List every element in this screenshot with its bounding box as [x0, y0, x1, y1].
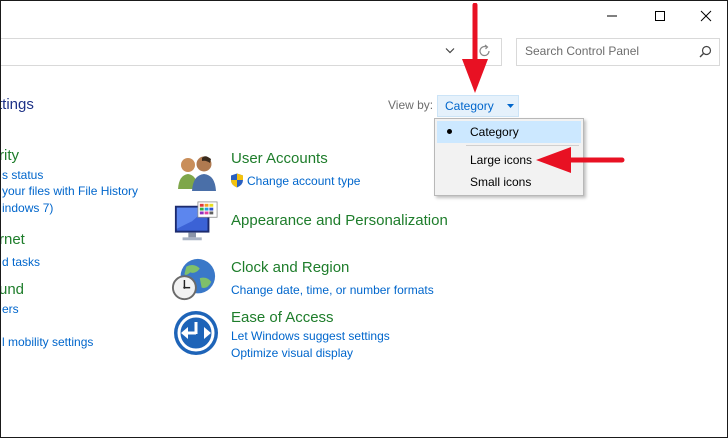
search-icon[interactable] — [699, 45, 712, 58]
search-input[interactable] — [525, 44, 695, 58]
menu-item-label: Large icons — [470, 153, 533, 167]
close-button[interactable] — [683, 1, 727, 31]
annotation-arrow-left-icon — [536, 147, 625, 173]
left-category-title[interactable]: rnet — [1, 231, 25, 248]
clock-region-icon[interactable] — [171, 257, 217, 303]
shield-icon — [231, 173, 243, 188]
search-box[interactable] — [516, 38, 720, 66]
view-by-value: Category — [445, 99, 494, 113]
category-title-appearance[interactable]: Appearance and Personalization — [231, 212, 448, 229]
menu-item-small-icons[interactable]: Small icons — [437, 171, 581, 193]
control-panel-window: ttings View by: Category rity s status y… — [0, 0, 728, 438]
view-by-dropdown[interactable]: Category — [437, 95, 519, 117]
left-category-link[interactable]: s status — [2, 168, 43, 182]
change-date-time-link[interactable]: Change date, time, or number formats — [231, 283, 434, 297]
page-title: ttings — [0, 96, 34, 113]
appearance-icon[interactable] — [173, 200, 219, 246]
left-category-title[interactable]: rity — [1, 147, 19, 164]
ease-of-access-icon[interactable] — [173, 310, 219, 356]
menu-item-label: Category — [470, 125, 519, 139]
change-account-type-link[interactable]: Change account type — [247, 174, 360, 188]
maximize-button[interactable] — [637, 1, 683, 31]
close-icon — [700, 10, 712, 22]
view-by-label: View by: — [388, 98, 434, 112]
annotation-arrow-down-icon — [462, 3, 488, 93]
category-title-ease-of-access[interactable]: Ease of Access — [231, 309, 334, 326]
address-bar[interactable] — [1, 38, 502, 66]
chevron-down-icon[interactable] — [445, 47, 455, 55]
selected-bullet-icon — [447, 129, 452, 134]
maximize-icon — [655, 11, 665, 21]
user-accounts-icon[interactable] — [175, 151, 221, 197]
minimize-icon — [607, 15, 617, 17]
minimize-button[interactable] — [589, 1, 635, 31]
let-windows-suggest-link[interactable]: Let Windows suggest settings — [231, 329, 390, 343]
category-title-user-accounts[interactable]: User Accounts — [231, 150, 328, 167]
left-category-link[interactable]: ers — [2, 302, 19, 316]
left-category-link[interactable]: l mobility settings — [2, 335, 93, 349]
menu-item-label: Small icons — [470, 175, 532, 189]
menu-item-category[interactable]: Category — [437, 121, 581, 143]
optimize-visual-display-link[interactable]: Optimize visual display — [231, 346, 353, 360]
left-category-link[interactable]: your files with File History — [2, 184, 138, 198]
left-category-link[interactable]: indows 7) — [2, 201, 53, 215]
caret-down-icon — [507, 104, 514, 108]
category-title-clock-region[interactable]: Clock and Region — [231, 259, 349, 276]
left-category-title[interactable]: und — [1, 281, 24, 298]
left-category-link[interactable]: d tasks — [2, 255, 40, 269]
